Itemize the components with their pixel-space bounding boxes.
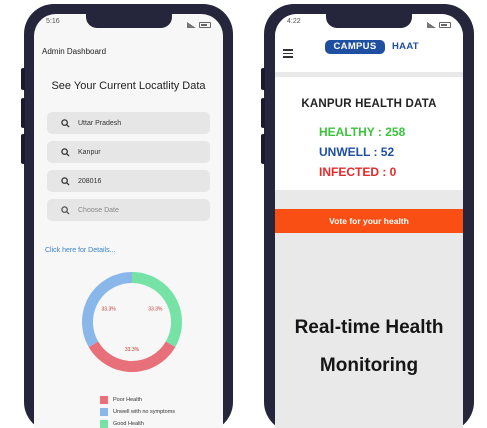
legend-swatch [100,396,108,404]
legend-label: Unwell with no symptoms [113,409,176,415]
health-data-card: KANPUR HEALTH DATA HEALTHY : 258 UNWELL … [275,77,463,190]
date-field[interactable]: Choose Date [47,199,210,221]
legend-swatch [100,420,108,428]
side-button [261,134,265,164]
side-button [21,134,25,164]
volume-up-button [261,68,265,90]
healthy-count: HEALTHY : 258 [319,125,406,139]
label-poor-health: 33.3% [125,347,140,353]
battery-icon [199,21,211,28]
pincode-field[interactable]: 208016 [47,170,210,192]
label-good-health: 33.3% [148,307,163,313]
volume-down-button [21,98,25,128]
vote-button[interactable]: Vote for your health [275,209,463,233]
details-link[interactable]: Click here for Details... [45,247,115,254]
tagline-line-1: Real-time Health [294,317,444,338]
search-icon [61,176,70,186]
search-icon [61,147,70,157]
state-field[interactable]: Uttar Pradesh [47,112,210,134]
status-time: 4:22 [287,18,301,25]
health-data-title: KANPUR HEALTH DATA [301,98,437,110]
infected-count: INFECTED : 0 [319,165,397,179]
menu-icon[interactable] [283,49,293,58]
health-donut-chart: 33.3% 33.3% 33.3% [82,272,182,372]
pincode-value: 208016 [78,177,102,185]
state-value: Uttar Pradesh [78,119,122,127]
chart-legend: Poor Health Unwell with no symptoms Good H… [100,394,175,428]
notch [85,14,172,28]
signal-icon [427,21,436,28]
legend-swatch [100,408,108,416]
status-time: 5:16 [46,18,60,25]
logo-campus: CAMPUS [325,40,385,54]
city-value: Kanpur [78,148,101,156]
search-icon [61,205,70,215]
legend-item: Poor Health [100,394,175,406]
date-placeholder: Choose Date [78,206,119,214]
signal-icon [187,21,196,28]
volume-up-button [21,68,25,90]
legend-label: Poor Health [113,397,143,403]
campus-haat-screen: 4:22 CAMPUS HAAT KANPUR HEALTH DATA HEAL… [275,14,463,428]
admin-screen: 5:16 Admin Dashboard See Your Current Lo… [34,14,223,428]
legend-item: Unwell with no symptoms [100,406,175,418]
locality-heading: See Your Current Locatlity Data [51,80,206,92]
search-icon [61,118,70,128]
phone-frame-campus-haat: 4:22 CAMPUS HAAT KANPUR HEALTH DATA HEAL… [261,4,474,428]
city-field[interactable]: Kanpur [47,141,210,163]
legend-item: Good Health [100,418,175,428]
volume-down-button [261,98,265,128]
app-header: CAMPUS HAAT [275,31,463,72]
notch [326,14,412,28]
phone-frame-admin: 5:16 Admin Dashboard See Your Current Lo… [21,4,233,428]
label-unwell: 33.3% [102,307,117,313]
legend-label: Good Health [113,421,144,427]
unwell-count: UNWELL : 52 [319,145,395,159]
tagline-line-2: Monitoring [319,355,419,376]
logo-haat: HAAT [392,41,419,52]
battery-icon [439,21,451,28]
page-title: Admin Dashboard [42,47,107,56]
